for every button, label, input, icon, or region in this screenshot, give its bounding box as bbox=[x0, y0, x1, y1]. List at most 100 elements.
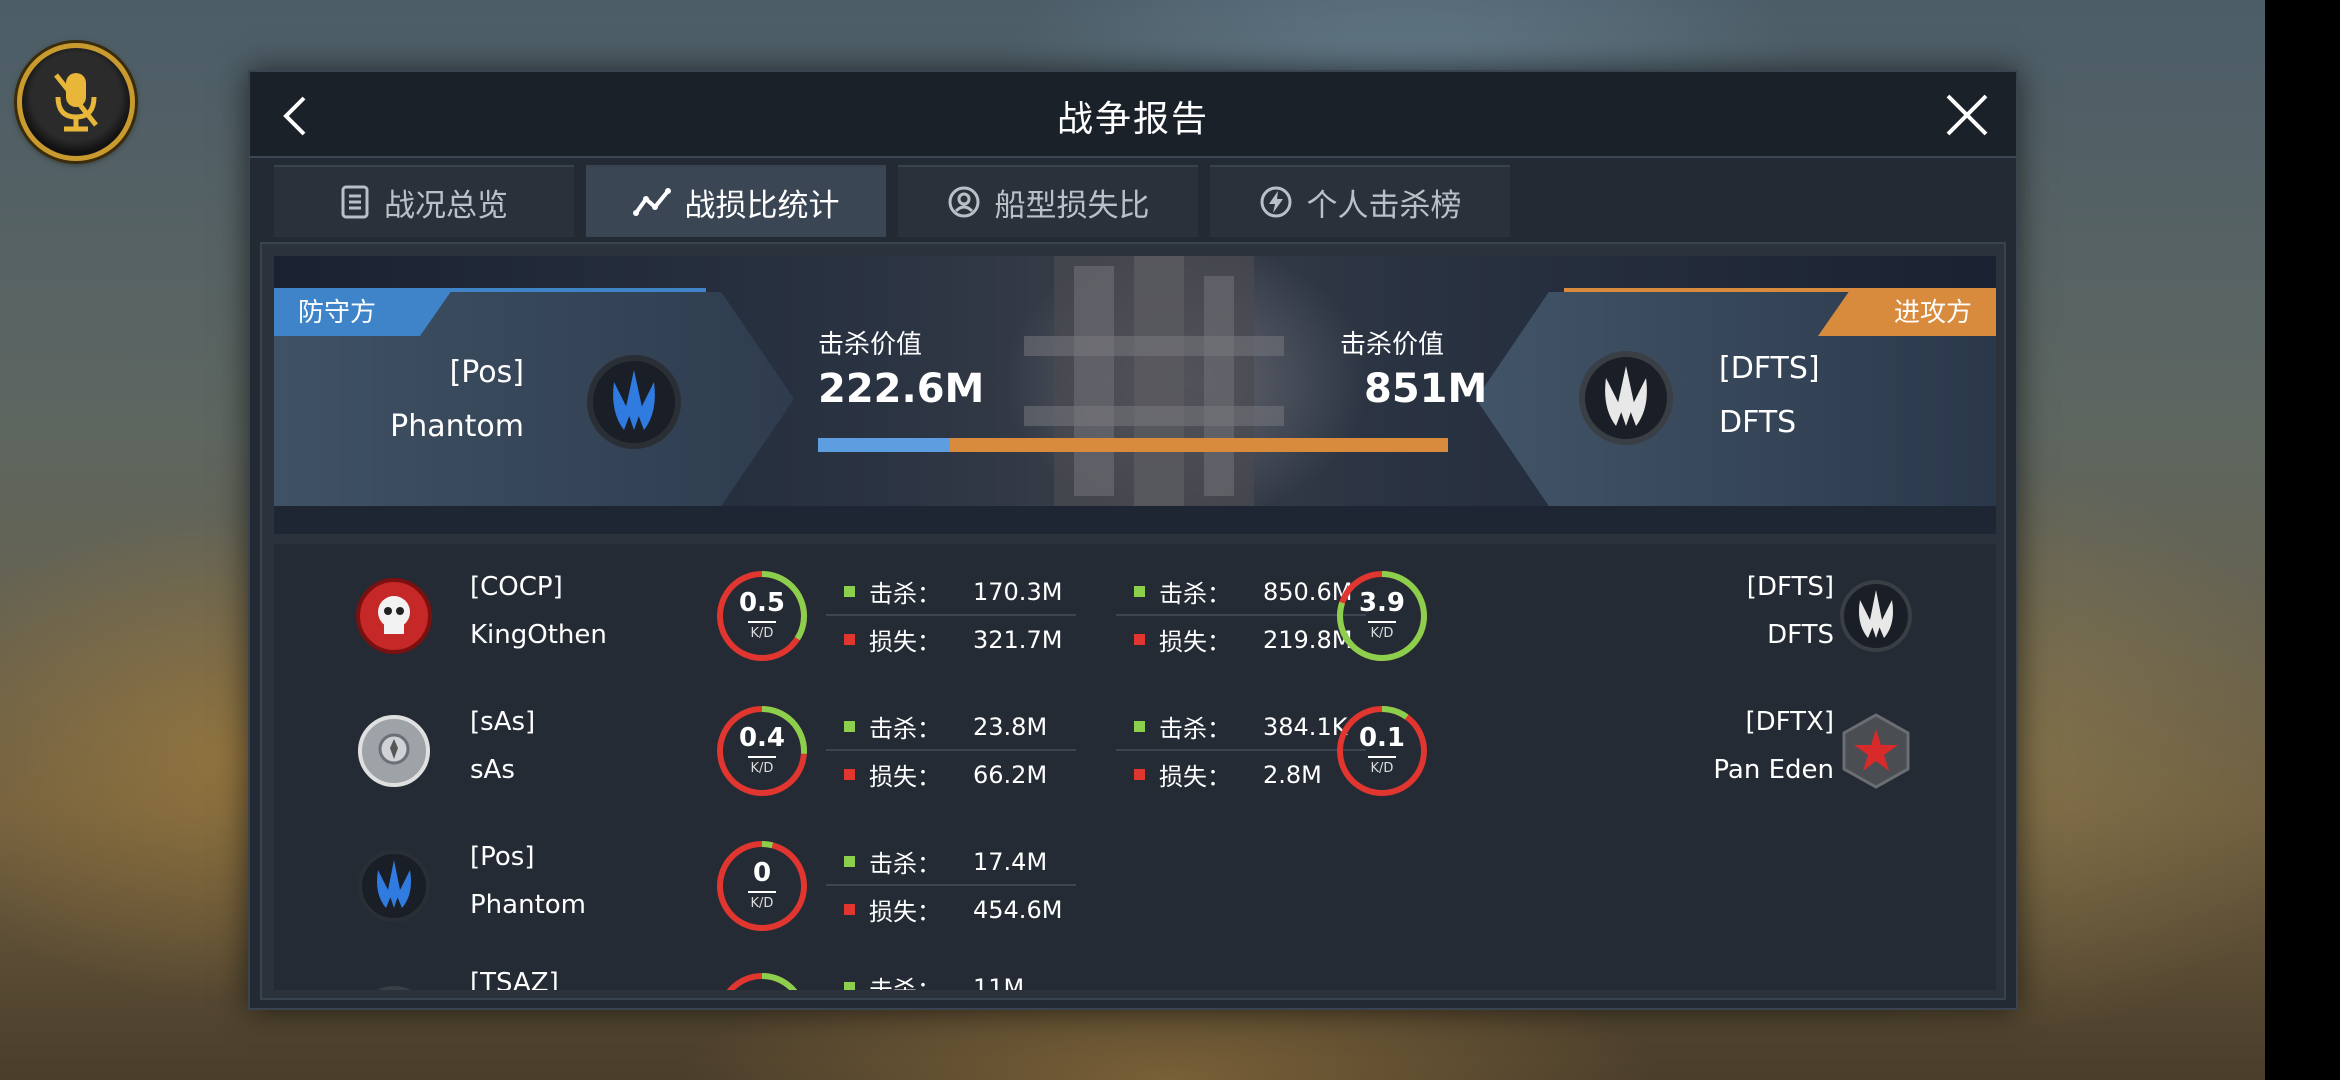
unit-name: sAs bbox=[470, 755, 515, 785]
defender-team: [Pos] Phantom bbox=[390, 346, 524, 454]
dark-emblem bbox=[377, 986, 411, 990]
war-report-panel: 战争报告 战况总览 战损比统计 船型损失比 个人击杀榜 防守方 进攻方 [Pos… bbox=[248, 70, 2018, 1010]
stat-divider bbox=[1116, 614, 1366, 616]
line-chart-icon bbox=[632, 188, 671, 216]
loss-square-icon bbox=[1134, 634, 1145, 645]
kd-label: K/D bbox=[1370, 761, 1394, 776]
kd-ring: 0.1 K/D bbox=[1334, 703, 1430, 799]
tab-label: 个人击杀榜 bbox=[1306, 187, 1462, 224]
stat-divider bbox=[826, 614, 1076, 616]
unit-alliance: [Pos] bbox=[470, 842, 535, 872]
kd-value: 0.4 bbox=[738, 723, 786, 753]
kill-label: 击杀： bbox=[869, 580, 941, 608]
loss-stat: 损失： 321.7M bbox=[844, 622, 1062, 657]
kd-divider bbox=[748, 621, 776, 623]
loss-label: 损失： bbox=[869, 763, 941, 791]
kd-value: 0.5 bbox=[738, 588, 786, 618]
loss-label: 损失： bbox=[1159, 628, 1231, 656]
kd-divider bbox=[748, 891, 776, 893]
tab-bar: 战况总览 战损比统计 船型损失比 个人击杀榜 bbox=[274, 165, 1510, 237]
defender-kill-value: 222.6M bbox=[818, 366, 985, 412]
document-icon bbox=[341, 185, 369, 219]
loss-value: 2.8M bbox=[1263, 760, 1322, 789]
kd-divider bbox=[1368, 756, 1396, 758]
tab-label: 战损比统计 bbox=[684, 187, 840, 224]
blue-trident-emblem bbox=[358, 850, 430, 922]
white-trident-emblem bbox=[1840, 580, 1912, 652]
kd-label: K/D bbox=[750, 626, 774, 641]
unit-name: KingOthen bbox=[470, 620, 607, 650]
loss-label: 损失： bbox=[869, 898, 941, 926]
screen-edge bbox=[2265, 0, 2340, 1080]
tab-kill-rank[interactable]: 个人击杀榜 bbox=[1210, 165, 1510, 237]
kill-square-icon bbox=[844, 982, 855, 990]
kill-value: 170.3M bbox=[973, 577, 1063, 606]
ship-circle-icon bbox=[948, 186, 979, 218]
tab-loss-ratio[interactable]: 战损比统计 bbox=[586, 165, 886, 237]
right-unit-row[interactable]: 击杀： 384.1K 损失： 2.8M 0.1 K/D [DFTX] Pan E… bbox=[1116, 689, 1996, 809]
microphone-muted-icon bbox=[54, 73, 98, 132]
stat-divider bbox=[826, 884, 1076, 886]
left-unit-row[interactable]: [Pos] Phantom 0 K/D 击杀： 17.4M 损失： 454.6M bbox=[274, 824, 1134, 944]
lightning-circle-icon bbox=[1260, 186, 1291, 218]
kill-label: 击杀： bbox=[1159, 580, 1231, 608]
kill-square-icon bbox=[844, 586, 855, 597]
stat-divider bbox=[826, 749, 1076, 751]
kd-ring: 0.5 K/D bbox=[714, 568, 810, 664]
kill-label: 击杀： bbox=[869, 715, 941, 743]
kill-stat: 击杀： 384.1K bbox=[1134, 709, 1347, 744]
unit-name: Pan Eden bbox=[1713, 755, 1834, 785]
left-unit-row[interactable]: [TSAZ] 击杀： 11M bbox=[274, 960, 1134, 990]
attacker-alliance: [DFTS] bbox=[1719, 351, 1820, 386]
kill-square-icon bbox=[844, 721, 855, 732]
defender-kill-value-label: 击杀价值 bbox=[818, 330, 923, 360]
loss-label: 损失： bbox=[1159, 763, 1231, 791]
left-unit-row[interactable]: [COCP] KingOthen 0.5 K/D 击杀： 170.3M 损失： bbox=[274, 554, 1134, 674]
attacker-kill-value-label: 击杀价值 bbox=[1340, 330, 1445, 360]
kill-label: 击杀： bbox=[869, 850, 941, 878]
kill-stat: 击杀： 23.8M bbox=[844, 709, 1047, 744]
kill-square-icon bbox=[1134, 586, 1145, 597]
kill-stat: 击杀： 17.4M bbox=[844, 844, 1047, 879]
tab-label: 船型损失比 bbox=[994, 187, 1150, 224]
right-unit-row[interactable]: 击杀： 850.6M 损失： 219.8M 3.9 K/D [DFTS] DFT… bbox=[1116, 554, 1996, 674]
attacker-kill-value: 851M bbox=[1364, 366, 1488, 412]
kd-ring-chart bbox=[717, 973, 807, 990]
blue-trident-emblem[interactable] bbox=[584, 352, 684, 452]
loss-stat: 损失： 454.6M bbox=[844, 892, 1062, 927]
skull-emblem bbox=[356, 578, 432, 654]
left-unit-row[interactable]: [sAs] sAs 0.4 K/D 击杀： 23.8M 损失： 66.2M bbox=[274, 689, 1134, 809]
space-station-art bbox=[1024, 256, 1284, 516]
voice-chat-button[interactable] bbox=[17, 43, 135, 161]
silver-wings-emblem bbox=[358, 715, 430, 787]
stat-divider bbox=[1116, 749, 1366, 751]
white-trident-emblem[interactable] bbox=[1576, 348, 1676, 448]
loss-value: 66.2M bbox=[973, 760, 1048, 789]
close-x-icon[interactable] bbox=[1940, 88, 1994, 142]
kd-divider bbox=[748, 756, 776, 758]
summary-banner: 防守方 进攻方 [Pos] Phantom 击杀价值 222.6M 击杀价值 8… bbox=[274, 256, 1996, 534]
kd-ring: 3.9 K/D bbox=[1334, 568, 1430, 664]
attacker-team: [DFTS] DFTS bbox=[1719, 342, 1820, 450]
unit-alliance: [sAs] bbox=[470, 707, 536, 737]
content-area: 防守方 进攻方 [Pos] Phantom 击杀价值 222.6M 击杀价值 8… bbox=[260, 242, 2006, 1000]
tab-overview[interactable]: 战况总览 bbox=[274, 165, 574, 237]
loss-square-icon bbox=[844, 634, 855, 645]
loss-square-icon bbox=[844, 769, 855, 780]
unit-alliance: [DFTS] bbox=[1746, 572, 1834, 602]
kill-label: 击杀： bbox=[1159, 715, 1231, 743]
unit-list[interactable]: [COCP] KingOthen 0.5 K/D 击杀： 170.3M 损失： bbox=[274, 544, 1996, 990]
loss-square-icon bbox=[1134, 769, 1145, 780]
kill-value: 17.4M bbox=[973, 847, 1048, 876]
attacker-name: DFTS bbox=[1719, 405, 1797, 440]
kill-stat: 击杀： 170.3M bbox=[844, 574, 1062, 609]
loss-label: 损失： bbox=[869, 628, 941, 656]
kd-value: 3.9 bbox=[1358, 588, 1406, 618]
kill-stat: 击杀： 850.6M bbox=[1134, 574, 1352, 609]
unit-name: Phantom bbox=[470, 890, 586, 920]
defender-name: Phantom bbox=[390, 409, 524, 444]
panel-header: 战争报告 bbox=[250, 72, 2016, 158]
kill-label: 击杀： bbox=[869, 976, 941, 990]
tab-ship-loss[interactable]: 船型损失比 bbox=[898, 165, 1198, 237]
loss-stat: 损失： 2.8M bbox=[1134, 757, 1322, 792]
